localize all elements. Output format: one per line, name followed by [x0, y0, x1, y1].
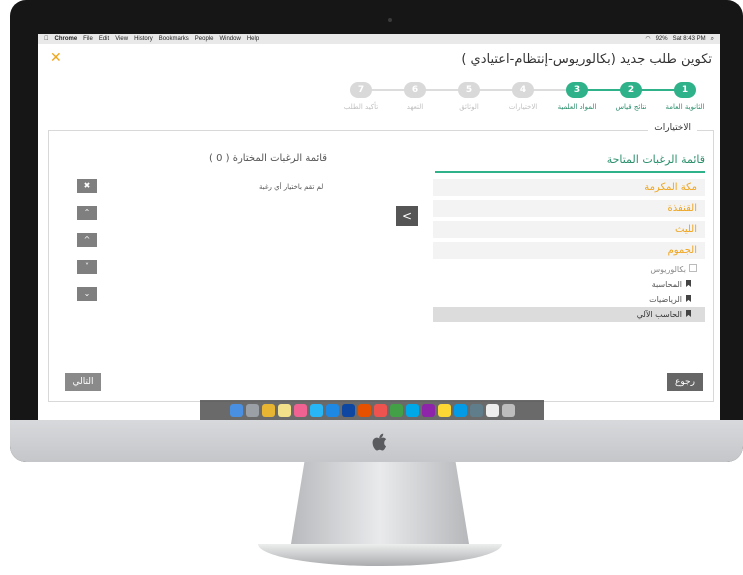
- major-item[interactable]: الرياضيات: [433, 292, 705, 307]
- camera: [388, 18, 392, 22]
- choices-panel: الاختيارات قائمة الرغبات المتاحة مكة الم…: [48, 123, 714, 402]
- menu-edit[interactable]: Edit: [99, 34, 109, 44]
- city-jamoum[interactable]: الجموم: [433, 242, 705, 259]
- page-title: تكوين طلب جديد (بكالوريوس-إنتظام-اعتيادي…: [461, 52, 712, 67]
- apple-logo-icon: [372, 433, 387, 451]
- monitor-stand: [290, 462, 470, 550]
- finder-icon[interactable]: [229, 403, 243, 417]
- back-button[interactable]: رجوع: [667, 373, 703, 391]
- itunes-icon[interactable]: [293, 403, 307, 417]
- chosen-title: قائمة الرغبات المختارة ( 0 ): [209, 153, 328, 164]
- close-icon[interactable]: ✕: [50, 50, 62, 66]
- step-2[interactable]: 2 نتائج قياس: [604, 82, 658, 111]
- menu-bookmarks[interactable]: Bookmarks: [159, 34, 189, 44]
- menu-history[interactable]: History: [134, 34, 153, 44]
- skype-icon[interactable]: [405, 403, 419, 417]
- app-icon[interactable]: [373, 403, 387, 417]
- bookmark-icon: [686, 310, 691, 317]
- launchpad-icon[interactable]: [245, 403, 259, 417]
- city-makkah[interactable]: مكة المكرمة: [433, 179, 705, 196]
- menu-help[interactable]: Help: [247, 34, 259, 44]
- trash-icon[interactable]: [501, 403, 515, 417]
- apple-menu-icon[interactable]: : [44, 34, 49, 44]
- menu-people[interactable]: People: [195, 34, 214, 44]
- screen:  Chrome File Edit View History Bookmark…: [38, 34, 720, 420]
- step-4[interactable]: 4 الاختيارات: [496, 82, 550, 111]
- menu-file[interactable]: File: [83, 34, 93, 44]
- remove-button[interactable]: ✖: [77, 179, 97, 193]
- panel-legend: الاختيارات: [648, 123, 697, 133]
- menu-window[interactable]: Window: [219, 34, 240, 44]
- battery-status[interactable]: 92%: [656, 34, 668, 44]
- wifi-icon[interactable]: ◠: [645, 34, 650, 44]
- city-qunfudhah[interactable]: القنفذة: [433, 200, 705, 217]
- document-icon[interactable]: [485, 403, 499, 417]
- illustrator-icon[interactable]: [357, 403, 371, 417]
- photoshop-icon[interactable]: [341, 403, 355, 417]
- step-5[interactable]: 5 الوثائق: [442, 82, 496, 111]
- move-up-button[interactable]: ^: [77, 233, 97, 247]
- dock: [200, 400, 544, 420]
- add-choice-button[interactable]: <: [396, 206, 418, 226]
- clock[interactable]: Sat 8:43 PM: [673, 34, 706, 44]
- bookmark-icon: [686, 295, 691, 302]
- available-list: مكة المكرمة القنفذة الليث الجموم بكالوري…: [433, 179, 705, 322]
- skype-icon[interactable]: [453, 403, 467, 417]
- major-item-selected[interactable]: الحاسب الآلي: [433, 307, 705, 322]
- step-6[interactable]: 6 التعهد: [388, 82, 442, 111]
- move-bottom-button[interactable]: ⌄: [77, 287, 97, 301]
- move-down-button[interactable]: ˅: [77, 260, 97, 274]
- empty-message: لم تقم باختيار أي رغبة: [259, 183, 324, 191]
- city-laith[interactable]: الليث: [433, 221, 705, 238]
- photos-icon[interactable]: [437, 403, 451, 417]
- bookmark-icon: [686, 280, 691, 287]
- available-title: قائمة الرغبات المتاحة: [435, 153, 705, 173]
- step-3[interactable]: 3 المواد العلمية: [550, 82, 604, 111]
- step-7[interactable]: 7 تأكيد الطلب: [334, 82, 388, 111]
- collapse-icon[interactable]: [689, 264, 697, 272]
- step-progress: 1 الثانوية العامة 2 نتائج قياس 3 المواد الع…: [332, 82, 712, 122]
- app-icon[interactable]: [389, 403, 403, 417]
- monitor-app-icon[interactable]: [469, 403, 483, 417]
- twitter-icon[interactable]: [325, 403, 339, 417]
- menu-view[interactable]: View: [115, 34, 128, 44]
- major-item[interactable]: المحاسبة: [433, 277, 705, 292]
- next-button[interactable]: التالي: [65, 373, 101, 391]
- menu-bar:  Chrome File Edit View History Bookmark…: [38, 34, 720, 44]
- app-menu[interactable]: Chrome: [55, 34, 78, 44]
- safari-icon[interactable]: [309, 403, 323, 417]
- monitor-base: [258, 544, 502, 566]
- step-1[interactable]: 1 الثانوية العامة: [658, 82, 712, 111]
- program-item[interactable]: بكالوريوس: [433, 263, 705, 277]
- notes-icon[interactable]: [277, 403, 291, 417]
- chrome-icon[interactable]: [261, 403, 275, 417]
- move-top-button[interactable]: ⌃: [77, 206, 97, 220]
- app-icon[interactable]: [421, 403, 435, 417]
- search-icon[interactable]: ⌕: [711, 34, 714, 44]
